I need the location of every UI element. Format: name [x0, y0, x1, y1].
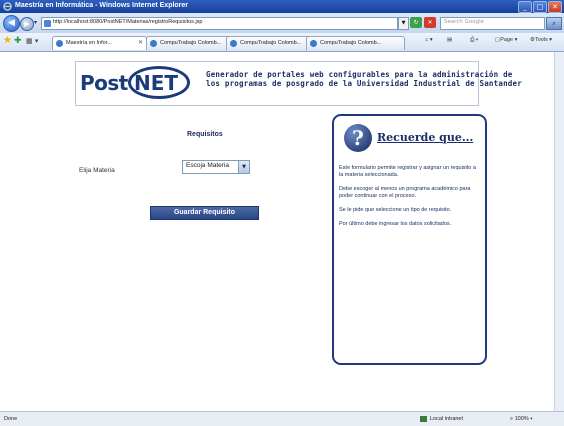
feeds-icon[interactable]: ▤ — [447, 37, 452, 43]
vertical-scrollbar[interactable] — [554, 52, 564, 411]
ie-logo-icon — [3, 2, 12, 11]
tab-computrabajo-3[interactable]: CompuTrabajo Colomb... — [306, 36, 405, 50]
zoom-level[interactable]: ⌕ 100% ▾ — [510, 416, 533, 423]
page-icon — [44, 20, 51, 27]
forward-button[interactable]: ▶ — [20, 17, 34, 31]
tools-menu-label: Tools — [534, 37, 548, 43]
status-text: Done — [4, 416, 18, 422]
tab-page-icon — [150, 40, 157, 47]
minimize-button[interactable]: _ — [518, 1, 532, 13]
address-field[interactable]: http://localhost:8080/PostNET/Materias/r… — [41, 17, 398, 30]
print-icon[interactable]: ⎙ ▾ — [470, 37, 478, 44]
back-button[interactable]: ◀ — [3, 15, 20, 32]
logo-post-text: Post — [80, 71, 128, 95]
page-menu-label: Page — [500, 37, 514, 43]
tab-toolbar: ★ ✚ ▦ ▾ Maestría en Infor... ✕ CompuTrab… — [0, 33, 564, 52]
tab-page-icon — [56, 40, 63, 47]
banner-line-2: los programas de posgrado de la Universi… — [206, 79, 522, 88]
close-button[interactable]: ✕ — [548, 1, 562, 13]
add-favorites-icon[interactable]: ✚ — [14, 36, 22, 46]
intranet-zone-icon — [420, 416, 427, 422]
banner-line-1: Generador de portales web configurables … — [206, 70, 513, 79]
status-bar: Done Local intranet ⌕ 100% ▾ — [0, 411, 564, 426]
page-content: Post NET Generador de portales web confi… — [0, 52, 564, 411]
tab-close-icon[interactable]: ✕ — [138, 37, 143, 50]
form-title: Requisitos — [187, 131, 223, 138]
question-icon: ? — [344, 124, 372, 152]
tab-maestria[interactable]: Maestría en Infor... ✕ — [52, 36, 147, 50]
zoom-value: 100% — [514, 416, 529, 422]
help-paragraph: Debe escoger al menos un programa académ… — [339, 186, 471, 199]
favorites-star-icon[interactable]: ★ — [3, 36, 12, 46]
search-placeholder: Search Google — [444, 19, 485, 25]
home-icon[interactable]: ⌂ ▾ — [425, 37, 433, 43]
help-panel: ? Recuerde que... Este formulario permit… — [332, 114, 487, 365]
window-title: Maestría en Informática - Windows Intern… — [15, 2, 189, 9]
postnet-logo: Post NET — [80, 66, 195, 100]
postnet-banner: Post NET Generador de portales web confi… — [75, 61, 522, 106]
search-button[interactable]: ⌕ — [546, 17, 562, 30]
search-input[interactable]: Search Google — [440, 17, 545, 30]
maximize-button[interactable]: □ — [533, 1, 547, 13]
quick-tabs-icon[interactable]: ▦ ▾ — [26, 37, 38, 45]
tab-label: CompuTrabajo Colomb... — [240, 40, 302, 46]
help-title: Recuerde que... — [377, 131, 474, 144]
security-zone: Local intranet — [430, 416, 464, 422]
refresh-icon[interactable]: ↻ — [410, 17, 422, 28]
help-body: Este formulario permite registrar y asig… — [339, 165, 481, 235]
banner-tagline: Generador de portales web configurables … — [206, 70, 522, 88]
materia-label: Elija Materia — [79, 167, 115, 174]
materia-select[interactable]: Escoja Materia ▼ — [182, 160, 250, 174]
help-paragraph: Se le pide que seleccione un tipo de req… — [339, 207, 452, 213]
tab-label: CompuTrabajo Colomb... — [160, 40, 222, 46]
stop-icon[interactable]: ✕ — [424, 17, 436, 28]
materia-select-value: Escoja Materia — [186, 162, 229, 169]
chevron-down-icon[interactable]: ▼ — [238, 161, 249, 173]
help-paragraph: Este formulario permite registrar y asig… — [339, 165, 476, 178]
help-paragraph: Por último debe ingresar los datos solic… — [339, 221, 452, 227]
tab-page-icon — [310, 40, 317, 47]
history-dropdown-icon[interactable]: ▾ — [34, 19, 37, 26]
logo-net-text: NET — [134, 71, 179, 95]
save-requisite-button[interactable]: Guardar Requisito — [150, 206, 259, 220]
address-url: http://localhost:8080/PostNET/Materias/r… — [53, 19, 203, 25]
tab-page-icon — [230, 40, 237, 47]
tab-label: Maestría en Infor... — [66, 40, 112, 46]
page-menu[interactable]: ▢Page ▾ — [495, 37, 517, 43]
window-titlebar: Maestría en Informática - Windows Intern… — [0, 0, 564, 13]
tools-menu[interactable]: ⚙Tools ▾ — [530, 37, 552, 43]
tab-label: CompuTrabajo Colomb... — [320, 40, 382, 46]
address-dropdown-icon[interactable]: ▼ — [398, 17, 409, 30]
address-toolbar: ◀ ▶ ▾ http://localhost:8080/PostNET/Mate… — [0, 13, 564, 33]
